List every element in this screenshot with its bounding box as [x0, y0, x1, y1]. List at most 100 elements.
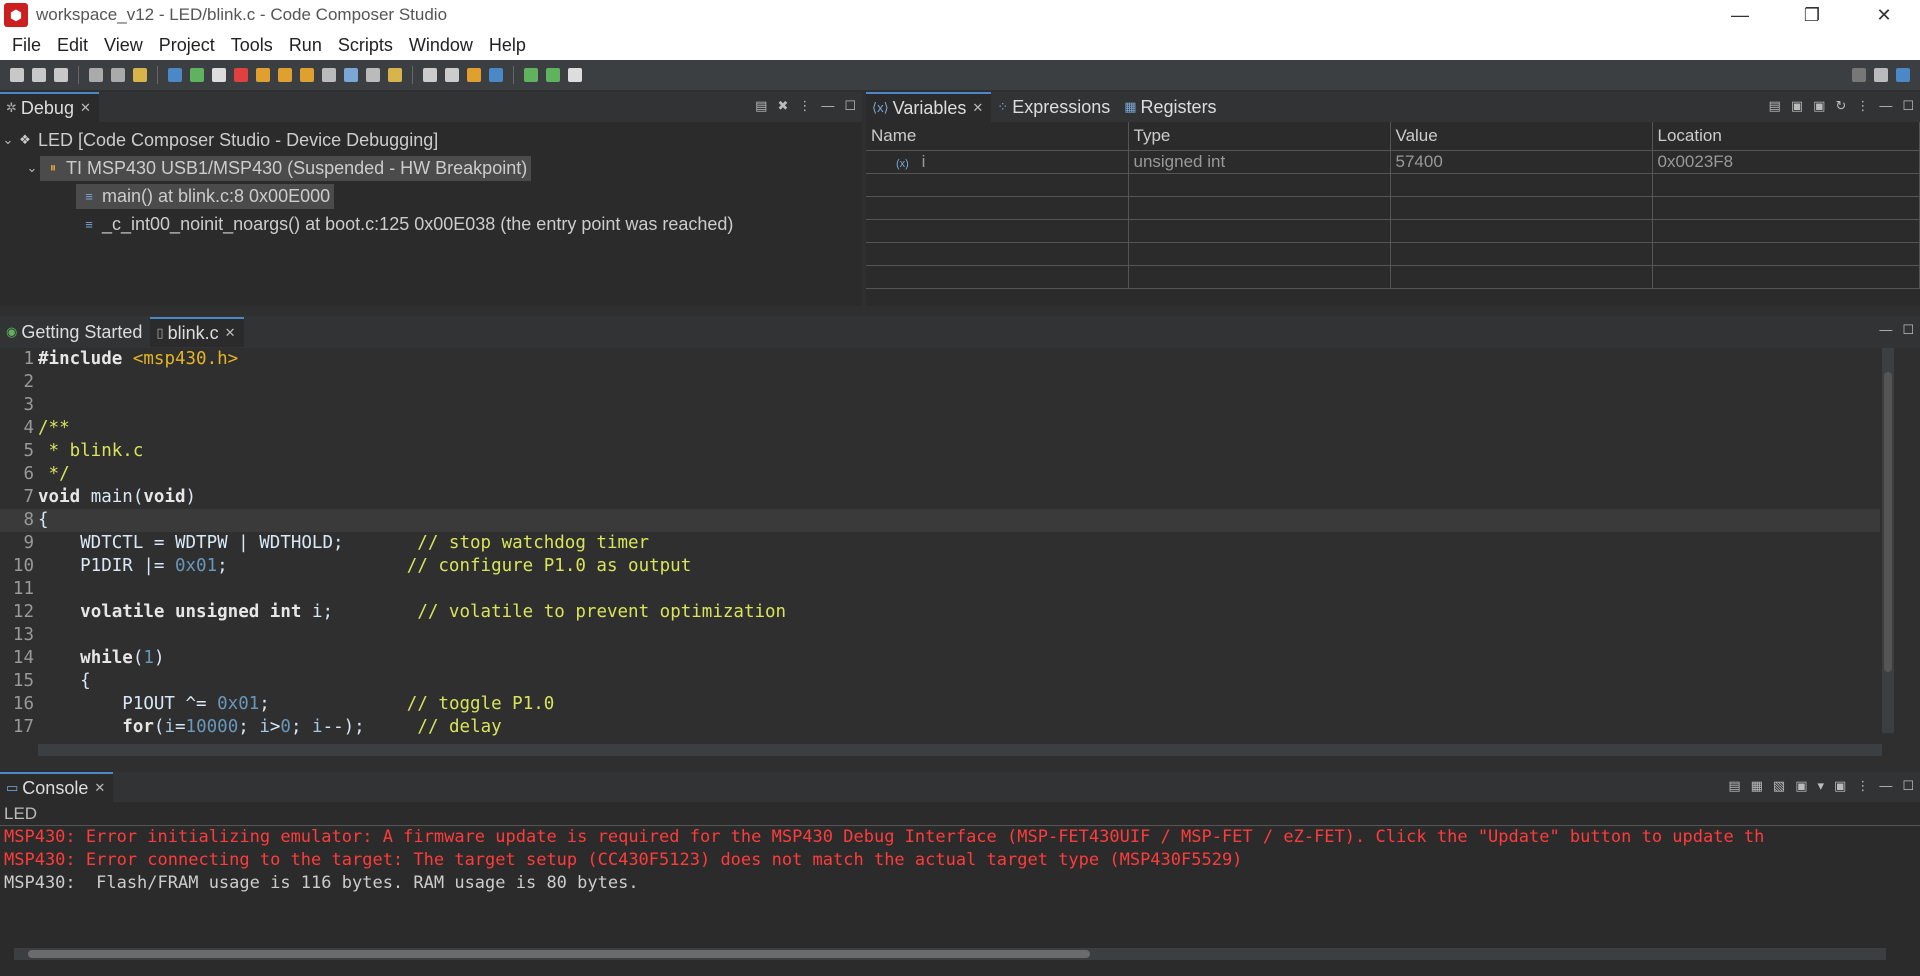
- editor-vertical-scrollbar[interactable]: [1882, 348, 1894, 733]
- pin-icon[interactable]: [568, 68, 582, 82]
- save-all-icon[interactable]: [54, 68, 68, 82]
- reset-icon[interactable]: [445, 68, 459, 82]
- code-editor[interactable]: 1 #include <msp430.h> 2 3 4/** 5 * blink.…: [0, 348, 1920, 770]
- maximize-icon[interactable]: ☐: [844, 98, 856, 114]
- maximize-icon[interactable]: ☐: [1902, 778, 1914, 794]
- collapse-all-icon[interactable]: ▤: [1769, 98, 1781, 114]
- new-console-icon[interactable]: ▣: [1834, 778, 1846, 794]
- close-icon[interactable]: ✕: [94, 780, 105, 796]
- display-console-icon[interactable]: ▾: [1818, 778, 1825, 794]
- connect-icon[interactable]: [168, 68, 182, 82]
- new-expression-icon[interactable]: ▣: [1791, 98, 1803, 114]
- view-menu-icon[interactable]: ⋮: [1856, 98, 1869, 114]
- menu-file[interactable]: File: [4, 35, 49, 56]
- tab-getting-started[interactable]: ◉ Getting Started: [0, 317, 150, 347]
- tab-variables[interactable]: ⟨x⟩ Variables ✕: [866, 92, 992, 122]
- c-file-icon: ▯: [156, 325, 164, 340]
- scroll-thumb[interactable]: [28, 950, 1090, 958]
- scroll-thumb[interactable]: [1884, 372, 1892, 672]
- tree-row-frame[interactable]: ≡ _c_int00_noinit_noargs() at boot.c:125…: [0, 210, 862, 238]
- menu-run[interactable]: Run: [281, 35, 330, 56]
- console-output[interactable]: MSP430: Error initializing emulator: A f…: [0, 826, 1920, 895]
- menu-window[interactable]: Window: [401, 35, 481, 56]
- minimize-icon[interactable]: —: [1879, 778, 1892, 794]
- target-selection[interactable]: ⏸ TI MSP430 USB1/MSP430 (Suspended - HW …: [40, 155, 532, 181]
- tab-debug[interactable]: ✲ Debug ✕: [0, 92, 99, 122]
- menu-help[interactable]: Help: [481, 35, 534, 56]
- search-icon[interactable]: [111, 68, 125, 82]
- search-icon[interactable]: [1852, 68, 1866, 82]
- frame-selection[interactable]: ≡ main() at blink.c:8 0x00E000: [76, 183, 335, 209]
- step-return-icon[interactable]: [300, 68, 314, 82]
- tree-row-frame[interactable]: ≡ main() at blink.c:8 0x00E000: [0, 182, 862, 210]
- view-icon[interactable]: [344, 68, 358, 82]
- refresh-icon[interactable]: [489, 68, 503, 82]
- column-location[interactable]: Location: [1652, 122, 1920, 151]
- tree-row-target[interactable]: ⌄ ⏸ TI MSP430 USB1/MSP430 (Suspended - H…: [0, 154, 862, 182]
- perspective-icon[interactable]: [1874, 68, 1888, 82]
- chevron-down-icon[interactable]: ⌄: [24, 160, 40, 176]
- console-horizontal-scrollbar[interactable]: [14, 948, 1886, 960]
- menu-tools[interactable]: Tools: [223, 35, 281, 56]
- view-menu-icon[interactable]: ⋮: [1856, 778, 1869, 794]
- refresh-icon[interactable]: ↻: [1835, 98, 1846, 114]
- view-menu-icon[interactable]: ⋮: [798, 98, 811, 114]
- table-row[interactable]: (x) i unsigned int 57400 0x0023F8: [866, 150, 1920, 174]
- editor-horizontal-scrollbar[interactable]: [38, 744, 1882, 756]
- minimize-button[interactable]: —: [1704, 0, 1776, 30]
- step-over-icon[interactable]: [278, 68, 292, 82]
- chevron-down-icon[interactable]: ⌄: [0, 132, 16, 148]
- suspend-icon[interactable]: [212, 68, 226, 82]
- menu-scripts[interactable]: Scripts: [330, 35, 401, 56]
- debug-perspective-icon[interactable]: [1896, 68, 1910, 82]
- maximize-icon[interactable]: ☐: [1902, 98, 1914, 114]
- new-icon[interactable]: [10, 68, 24, 82]
- remove-all-icon[interactable]: ✖: [777, 98, 788, 114]
- build-icon[interactable]: [89, 68, 103, 82]
- minimize-icon[interactable]: —: [1879, 322, 1892, 338]
- navigate-forward-icon[interactable]: [546, 68, 560, 82]
- maximize-icon[interactable]: ☐: [1902, 322, 1914, 338]
- step-into-icon[interactable]: [256, 68, 270, 82]
- scripts-icon[interactable]: [423, 68, 437, 82]
- word-wrap-icon[interactable]: ▧: [1773, 778, 1785, 794]
- menu-view[interactable]: View: [96, 35, 151, 56]
- tab-registers[interactable]: ▦ Registers: [1118, 92, 1224, 122]
- close-icon[interactable]: ✕: [972, 100, 983, 116]
- add-global-icon[interactable]: ▣: [1813, 98, 1825, 114]
- navigate-back-icon[interactable]: [524, 68, 538, 82]
- column-type[interactable]: Type: [1128, 122, 1391, 151]
- pin-console-icon[interactable]: ▣: [1795, 778, 1807, 794]
- tree-row-launch[interactable]: ⌄ ❖ LED [Code Composer Studio - Device D…: [0, 126, 862, 154]
- tab-registers-label: Registers: [1140, 96, 1217, 117]
- scroll-lock-icon[interactable]: ▦: [1751, 778, 1763, 794]
- close-window-button[interactable]: ✕: [1848, 0, 1920, 30]
- code-area[interactable]: 1 #include <msp430.h> 2 3 4/** 5 * blink.…: [0, 348, 1880, 737]
- clear-console-icon[interactable]: ▤: [1728, 778, 1740, 794]
- debug-icon[interactable]: [133, 68, 147, 82]
- flash-icon[interactable]: [388, 68, 402, 82]
- memory-icon[interactable]: [322, 68, 336, 82]
- resume-icon[interactable]: [190, 68, 204, 82]
- tools-icon[interactable]: [366, 68, 380, 82]
- column-value[interactable]: Value: [1390, 122, 1653, 151]
- menu-project[interactable]: Project: [151, 35, 223, 56]
- collapse-all-icon[interactable]: ▤: [755, 98, 767, 114]
- minimize-icon[interactable]: —: [1879, 98, 1892, 114]
- table-row: [866, 173, 1920, 197]
- tab-expressions[interactable]: ⁘ Expressions: [991, 92, 1118, 122]
- suspended-target-icon: ⏸: [49, 160, 57, 175]
- column-name[interactable]: Name: [866, 122, 1129, 151]
- restore-button[interactable]: ❐: [1776, 0, 1848, 30]
- minimize-icon[interactable]: —: [821, 98, 834, 114]
- tab-console[interactable]: ▭ Console ✕: [0, 772, 114, 802]
- tab-blink-c[interactable]: ▯ blink.c ✕: [150, 317, 244, 347]
- close-icon[interactable]: ✕: [225, 325, 236, 341]
- restart-icon[interactable]: [467, 68, 481, 82]
- close-icon[interactable]: ✕: [80, 100, 91, 116]
- code-line: 15 {: [12, 671, 91, 691]
- save-icon[interactable]: [32, 68, 46, 82]
- menu-edit[interactable]: Edit: [49, 35, 96, 56]
- var-value[interactable]: 57400: [1390, 150, 1653, 174]
- terminate-icon[interactable]: [234, 68, 248, 82]
